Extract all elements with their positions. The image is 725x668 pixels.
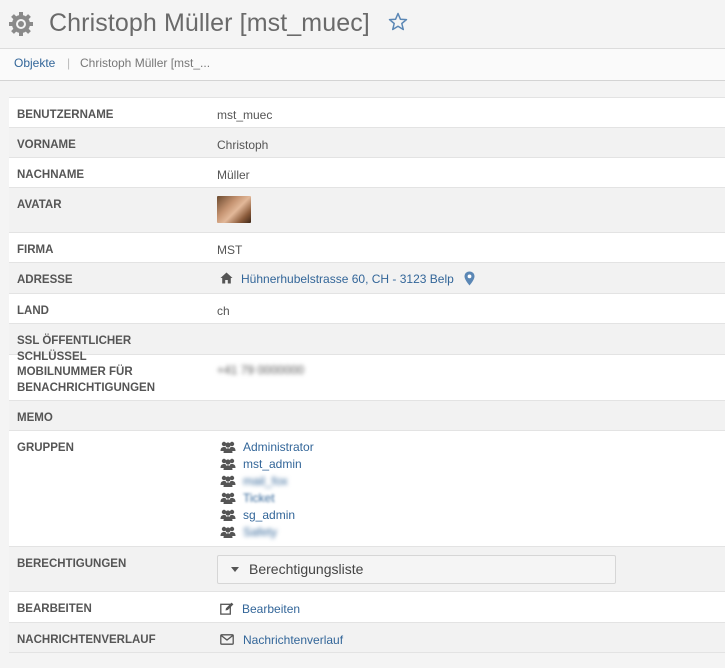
- row-lastname: NACHNAME Müller: [9, 158, 725, 188]
- label-groups: GRUPPEN: [17, 442, 74, 454]
- value-edit: Bearbeiten: [220, 601, 300, 617]
- row-permissions: BERECHTIGUNGEN Berechtigungsliste: [9, 547, 725, 592]
- avatar: [217, 196, 251, 223]
- list-item[interactable]: mail_fox: [220, 473, 314, 490]
- row-memo: MEMO: [9, 401, 725, 431]
- users-icon: [220, 458, 236, 470]
- page-header: Christoph Müller [mst_muec]: [0, 0, 725, 49]
- permissions-button-label: Berechtigungsliste: [249, 561, 364, 577]
- permissions-dropdown-button[interactable]: Berechtigungsliste: [217, 555, 616, 584]
- caret-down-icon: [231, 567, 239, 572]
- label-permissions: BERECHTIGUNGEN: [17, 558, 127, 570]
- edit-icon: [220, 602, 234, 615]
- label-company: FIRMA: [17, 244, 54, 256]
- user-detail-table: BENUTZERNAME mst_muec VORNAME Christoph …: [9, 97, 725, 653]
- map-marker-icon[interactable]: [464, 271, 475, 286]
- users-icon: [220, 492, 236, 504]
- value-country: ch: [217, 304, 230, 318]
- list-item[interactable]: Ticket: [220, 490, 314, 507]
- users-icon: [220, 475, 236, 487]
- value-mobile: +41 79 0000000: [217, 363, 305, 377]
- breadcrumb-separator: |: [67, 56, 71, 70]
- row-username: BENUTZERNAME mst_muec: [9, 98, 725, 128]
- label-edit: BEARBEITEN: [17, 603, 92, 615]
- value-address: Hühnerhubelstrasse 60, CH - 3123 Belp: [220, 271, 475, 287]
- star-icon[interactable]: [388, 12, 408, 32]
- row-firstname: VORNAME Christoph: [9, 128, 725, 158]
- row-edit: BEARBEITEN Bearbeiten: [9, 592, 725, 623]
- label-country: LAND: [17, 305, 49, 317]
- breadcrumb-current: Christoph Müller [mst_...: [80, 56, 211, 70]
- page-title: Christoph Müller [mst_muec]: [49, 9, 370, 37]
- row-address: ADRESSE Hühnerhubelstrasse 60, CH - 3123…: [9, 263, 725, 294]
- row-ssl-key: SSL ÖFFENTLICHER SCHLÜSSEL: [9, 324, 725, 363]
- envelope-icon: [220, 633, 234, 645]
- list-item[interactable]: sg_admin: [220, 507, 314, 524]
- row-country: LAND ch: [9, 294, 725, 324]
- value-company: MST: [217, 243, 243, 257]
- groups-list: Administrator mst_admin mail_fox Ticket …: [220, 439, 314, 541]
- edit-link[interactable]: Bearbeiten: [242, 602, 300, 616]
- list-item[interactable]: Administrator: [220, 439, 314, 456]
- value-message-history: Nachrichtenverlauf: [220, 632, 343, 648]
- users-icon: [220, 441, 236, 453]
- label-firstname: VORNAME: [17, 139, 76, 151]
- label-mobile: MOBILNUMMER FÜR BENACHRICHTIGUNGEN: [17, 366, 155, 394]
- label-memo: MEMO: [17, 412, 53, 424]
- value-username: mst_muec: [217, 108, 273, 122]
- label-lastname: NACHNAME: [17, 169, 85, 181]
- list-item[interactable]: mst_admin: [220, 456, 314, 473]
- address-link[interactable]: Hühnerhubelstrasse 60, CH - 3123 Belp: [241, 272, 454, 286]
- breadcrumb: Objekte | Christoph Müller [mst_...: [0, 49, 725, 81]
- row-company: FIRMA MST: [9, 233, 725, 263]
- label-username: BENUTZERNAME: [17, 109, 114, 121]
- label-avatar: AVATAR: [17, 199, 62, 211]
- row-groups: GRUPPEN Administrator mst_admin mail_fox…: [9, 431, 725, 547]
- users-icon: [220, 526, 236, 538]
- list-item[interactable]: Safety: [220, 524, 314, 541]
- row-message-history: NACHRICHTENVERLAUF Nachrichtenverlauf: [9, 623, 725, 653]
- row-avatar: AVATAR: [9, 188, 725, 233]
- home-icon: [220, 272, 233, 284]
- message-history-link[interactable]: Nachrichtenverlauf: [243, 633, 343, 647]
- row-mobile: MOBILNUMMER FÜR BENACHRICHTIGUNGEN +41 7…: [9, 355, 725, 401]
- gear-icon: [9, 12, 33, 36]
- label-address: ADRESSE: [17, 274, 73, 286]
- value-lastname: Müller: [217, 168, 250, 182]
- label-message-history: NACHRICHTENVERLAUF: [17, 634, 156, 646]
- breadcrumb-link-objekte[interactable]: Objekte: [14, 56, 55, 70]
- users-icon: [220, 509, 236, 521]
- value-firstname: Christoph: [217, 138, 269, 152]
